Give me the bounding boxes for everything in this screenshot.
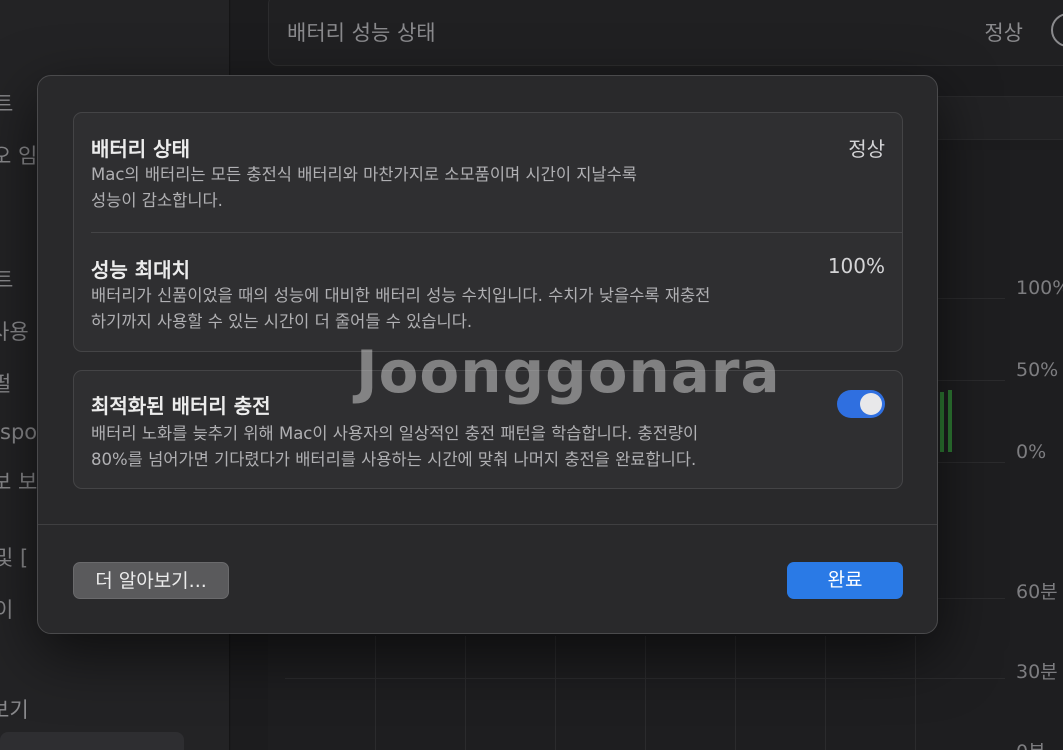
maximum-capacity-description: 하기까지 사용할 수 있는 시간이 더 줄어들 수 있습니다. [91,312,473,331]
sidebar-selected-item[interactable] [0,732,184,750]
watermark: Joonggonara [356,338,781,406]
sidebar-item[interactable]: 이 [0,594,13,624]
maximum-capacity-description: 배터리가 신품이었을 때의 성능에 대비한 배터리 성능 수치입니다. 수치가 … [91,286,711,305]
sidebar-item[interactable]: 보기 [0,694,29,724]
info-icon[interactable]: i [1051,13,1063,47]
optimized-charging-toggle[interactable] [837,390,885,418]
sidebar-item[interactable]: 트 [0,264,13,294]
optimized-charging-description: 배터리 노화를 늦추기 위해 Mac이 사용자의 일상적인 충전 패턴을 학습합… [91,424,699,443]
chart-y-label: 0% [1016,441,1047,463]
learn-more-button[interactable]: 더 알아보기... [73,562,229,599]
chart-y-label: 30분 [1016,661,1058,683]
battery-condition-title: 배터리 상태 [91,137,190,161]
chart-y-label: 60분 [1016,581,1058,603]
chart-y-label: 0분 [1016,737,1046,750]
battery-info-card: 배터리 상태 정상 Mac의 배터리는 모든 충전식 배터리와 마찬가지로 소모… [73,112,903,352]
chart-y-label: 100% [1016,277,1063,299]
battery-health-label: 배터리 성능 상태 [287,21,436,45]
optimized-charging-description: 80%를 넘어가면 기다렸다가 배터리를 사용하는 시간에 맞춰 나머지 충전을… [91,450,697,469]
sidebar-item[interactable]: 사용 [0,316,29,346]
chart-gridline [735,636,736,750]
chart-gridline [555,636,556,750]
battery-condition-row: 배터리 상태 정상 Mac의 배터리는 모든 충전식 배터리와 마찬가지로 소모… [74,113,902,233]
battery-health-panel: 배터리 성능 상태 정상 i [268,0,1063,66]
optimized-charging-title: 최적화된 배터리 충전 [91,394,271,418]
maximum-capacity-value: 100% [827,254,885,278]
sidebar-item[interactable]: 트 [0,88,13,118]
maximum-capacity-title: 성능 최대치 [91,258,190,282]
chart-gridline [465,636,466,750]
chart-gridline [645,636,646,750]
chart-gridline [375,636,376,750]
battery-condition-description: Mac의 배터리는 모든 충전식 배터리와 마찬가지로 소모품이며 시간이 지날… [91,165,637,184]
battery-health-value: 정상 [984,21,1023,45]
sidebar-item[interactable]: 오 임 [0,140,37,170]
sidebar-item[interactable]: 펄 [0,368,11,398]
footer-divider [38,524,937,525]
toggle-knob [860,393,882,415]
maximum-capacity-row: 성능 최대치 100% 배터리가 신품이었을 때의 성능에 대비한 배터리 성능… [74,233,902,353]
chart-gridline [825,636,826,750]
screen: 트 오 임 트 사용 펄 spot 보 보호 및 [ 이 보기 배터리 성능 상… [0,0,1063,750]
chart-y-label: 50% [1016,359,1059,381]
chart-bar [948,390,952,452]
battery-condition-value: 정상 [848,137,885,161]
battery-condition-description: 성능이 감소합니다. [91,191,223,210]
chart-gridline [915,636,916,750]
chart-bar [940,392,944,452]
done-button[interactable]: 완료 [787,562,903,599]
sidebar-item[interactable]: 및 [ [0,542,28,572]
